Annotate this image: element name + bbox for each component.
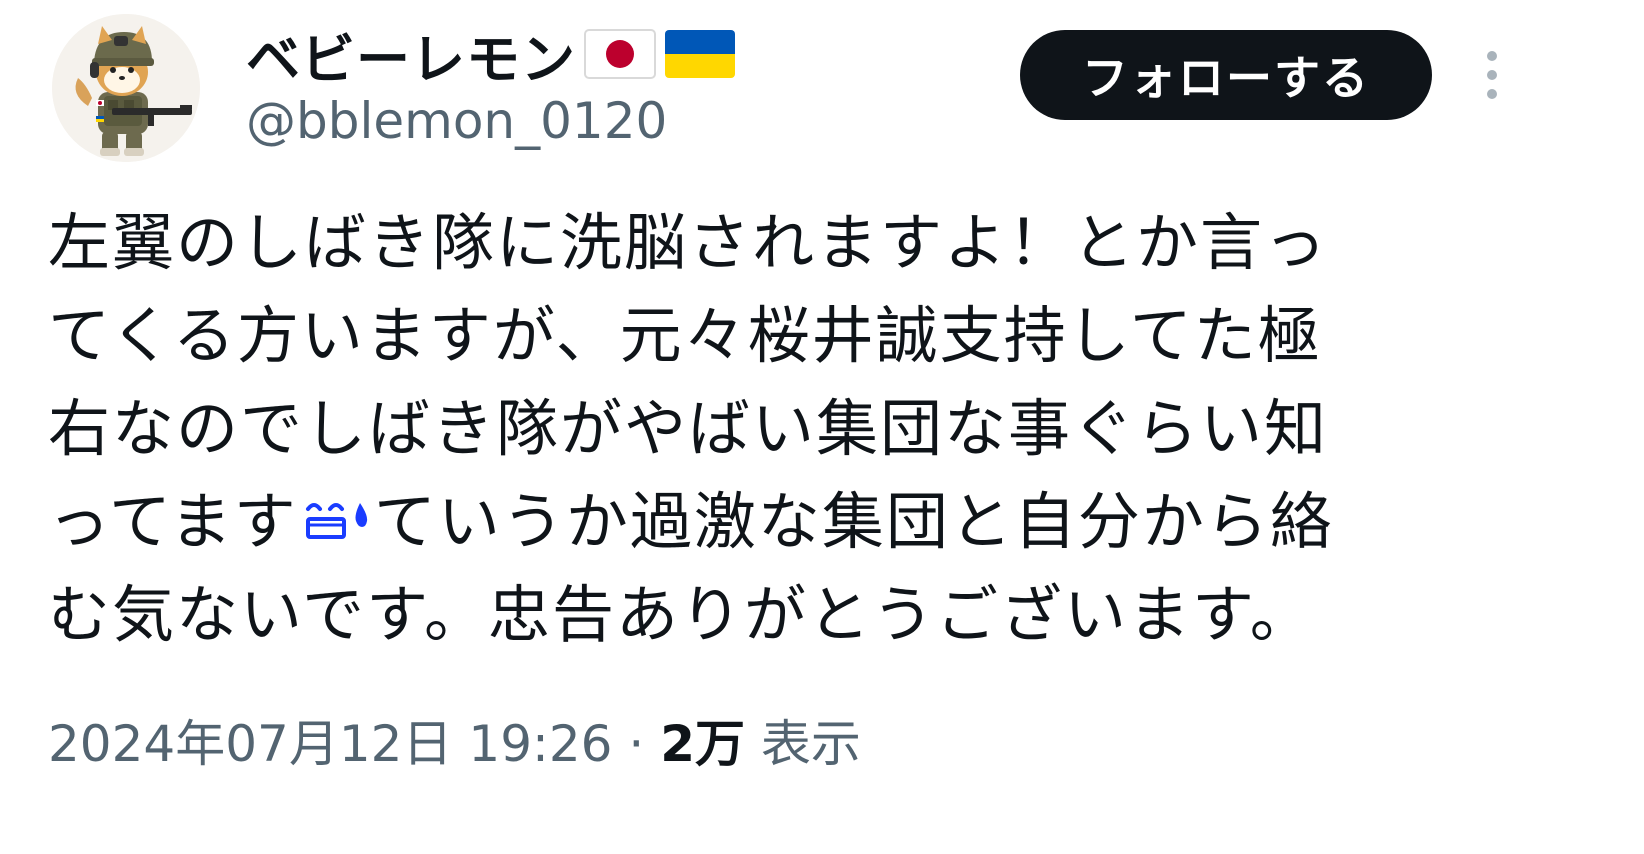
- shiba-soldier-avatar-icon: [52, 14, 200, 162]
- views-label: 表示: [760, 715, 861, 773]
- tweet-meta: 2024年07月12日 19:26 · 2万 表示: [48, 704, 861, 776]
- tweet-line-segment: ってます: [48, 485, 298, 558]
- tweet-line-segment: ていうか過激な集団と自分から絡: [373, 485, 1334, 558]
- tweet-line: ってます ていうか過激な集団と自分から絡: [48, 475, 1528, 568]
- sweat-face-emoji-icon: [298, 489, 374, 549]
- display-name[interactable]: ベビーレモン: [246, 15, 576, 94]
- ukraine-flag-icon: [664, 29, 736, 79]
- author-name-row: ベビーレモン: [246, 18, 736, 91]
- meta-separator: ·: [628, 715, 645, 773]
- more-options-icon[interactable]: [1476, 48, 1508, 102]
- timestamp[interactable]: 2024年07月12日 19:26: [48, 715, 612, 773]
- avatar[interactable]: [52, 14, 200, 162]
- tweet-text: 左翼のしばき隊に洗脳されますよ！とか言っ てくる方いますが、元々桜井誠支持してた…: [48, 196, 1528, 661]
- tweet-line: 右なのでしばき隊がやばい集団な事ぐらい知: [48, 392, 1329, 465]
- tweet-line: てくる方いますが、元々桜井誠支持してた極: [48, 299, 1322, 372]
- tweet-card: ベビーレモン @bblemon_0120 フォローする 左翼のしばき隊に洗脳され…: [0, 0, 1644, 854]
- author-handle[interactable]: @bblemon_0120: [246, 92, 667, 150]
- japan-flag-icon: [584, 29, 656, 79]
- views-count: 2万: [660, 715, 745, 773]
- tweet-line: 左翼のしばき隊に洗脳されますよ！とか言っ: [48, 206, 1329, 279]
- tweet-line: む気ないです。忠告ありがとうございます。: [48, 578, 1314, 651]
- follow-button[interactable]: フォローする: [1020, 30, 1432, 120]
